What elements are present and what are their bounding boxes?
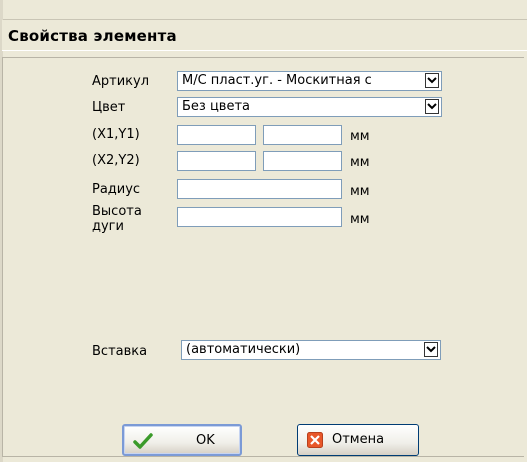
xy2-unit: мм (350, 155, 370, 170)
article-label: Артикул (92, 74, 150, 89)
arc-height-unit: мм (350, 212, 370, 227)
cancel-button-label: Отмена (332, 432, 385, 447)
y2-input[interactable] (263, 151, 342, 171)
insert-value: (автоматически) (186, 342, 301, 357)
ok-button[interactable]: OK (122, 424, 242, 456)
chevron-down-icon[interactable] (425, 99, 439, 114)
close-icon (307, 432, 323, 448)
dialog-title: Свойства элемента (8, 27, 177, 45)
chevron-down-icon[interactable] (424, 342, 438, 357)
xy2-label: (X2,Y2) (92, 153, 140, 168)
xy1-label: (X1,Y1) (92, 127, 140, 142)
x2-input[interactable] (177, 151, 256, 171)
color-combo[interactable]: Без цвета (177, 97, 442, 117)
insert-label: Вставка (92, 344, 148, 359)
color-value: Без цвета (182, 99, 251, 114)
check-icon (133, 432, 153, 450)
article-combo[interactable]: М/С пласт.уг. - Москитная с (177, 71, 442, 91)
ok-button-label: OK (196, 433, 215, 448)
xy1-unit: мм (350, 129, 370, 144)
arc-height-input[interactable] (177, 207, 342, 227)
color-label: Цвет (92, 100, 126, 115)
properties-panel (2, 57, 524, 457)
insert-combo[interactable]: (автоматически) (181, 340, 441, 360)
radius-unit: мм (350, 184, 370, 199)
cancel-button[interactable]: Отмена (297, 424, 419, 456)
title-bar: Свойства элемента (2, 20, 527, 51)
radius-input[interactable] (177, 179, 342, 199)
chevron-down-icon[interactable] (425, 73, 439, 88)
x1-input[interactable] (177, 125, 256, 145)
arc-height-label-line2: дуги (92, 219, 124, 234)
radius-label: Радиус (92, 182, 141, 197)
y1-input[interactable] (263, 125, 342, 145)
article-value: М/С пласт.уг. - Москитная с (182, 73, 372, 88)
arc-height-label-line1: Высота (92, 204, 142, 219)
